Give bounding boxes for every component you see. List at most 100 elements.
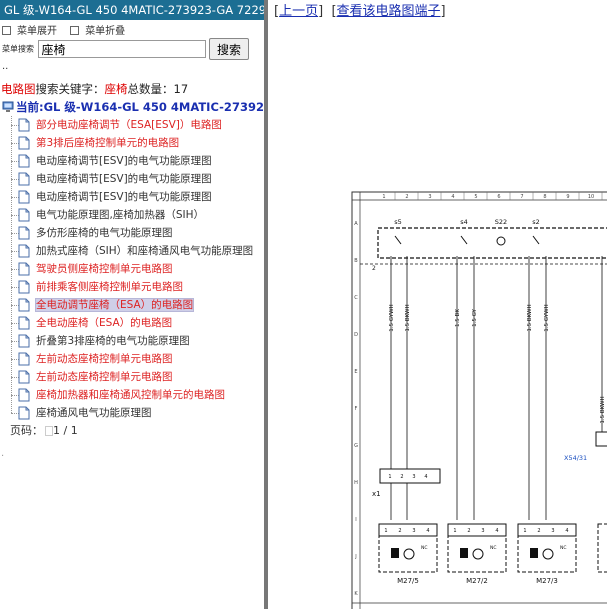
search-label: 菜单搜索 — [2, 44, 34, 54]
document-icon — [18, 388, 30, 402]
tree-item[interactable]: 折叠第3排座椅的电气功能原理图 — [0, 332, 264, 350]
tree-item[interactable]: 电动座椅调节[ESV]的电气功能原理图 — [0, 170, 264, 188]
tree-item[interactable]: 左前动态座椅控制单元电路图 — [0, 368, 264, 386]
tree-item-link[interactable]: 左前动态座椅控制单元电路图 — [36, 353, 173, 365]
document-icon — [18, 172, 30, 186]
tree-item[interactable]: 左前动态座椅控制单元电路图 — [0, 350, 264, 368]
tree-item[interactable]: 前排乘客侧座椅控制单元电路图 — [0, 278, 264, 296]
row-letter: B — [354, 258, 358, 264]
document-icon — [18, 334, 30, 348]
row-letter: D — [354, 332, 358, 338]
row-letter: H — [354, 480, 358, 486]
menu-expand-label: 菜单展开 — [17, 26, 57, 37]
tree-item-link[interactable]: 全电动调节座椅（ESA）的电路图 — [34, 298, 195, 312]
document-icon — [18, 208, 30, 222]
fuse-label: s4 — [460, 218, 468, 226]
tree-item[interactable]: 多仿形座椅的电气功能原理图 — [0, 224, 264, 242]
search-summary: 电路图搜索关键字：座椅总数量：17 — [0, 80, 264, 98]
wire-label: 1.5 BK — [455, 309, 461, 327]
tree-item-link[interactable]: 部分电动座椅调节（ESA[ESV]）电路图 — [36, 119, 222, 131]
tree-item[interactable]: 驾驶员侧座椅控制单元电路图 — [0, 260, 264, 278]
search-row: 菜单搜索 搜索 — [0, 38, 264, 62]
pager: 页码： 1 / 1 — [0, 422, 264, 440]
connector-pin: 2 — [400, 474, 403, 480]
motor-pin: 1 — [523, 528, 526, 534]
left-menu-pane: GL 级-W164-GL 450 4MATIC-273923-GA 7229 菜… — [0, 0, 264, 609]
tree-item[interactable]: 全电动座椅（ESA）的电路图 — [0, 314, 264, 332]
row-letter: E — [354, 369, 357, 375]
document-icon — [18, 118, 30, 132]
document-icon — [18, 190, 30, 204]
tree-item-link[interactable]: 电动座椅调节[ESV]的电气功能原理图 — [36, 173, 212, 185]
tree-item-link[interactable]: 折叠第3排座椅的电气功能原理图 — [36, 335, 190, 347]
row-letter: A — [354, 221, 358, 227]
expand-icon — [2, 25, 11, 35]
tree-item-link[interactable]: 多仿形座椅的电气功能原理图 — [36, 227, 173, 239]
column-number: 9 — [566, 194, 569, 200]
ellipsis-text: .. — [2, 61, 9, 72]
menu-collapse-button[interactable]: 菜单折叠 — [70, 25, 125, 37]
wire-label: 1.5 BKWH — [600, 396, 606, 423]
motor-label: M27/5 — [397, 577, 419, 585]
tree-item[interactable]: 加热式座椅（SIH）和座椅通风电气功能原理图 — [0, 242, 264, 260]
tree-item-link[interactable]: 驾驶员侧座椅控制单元电路图 — [36, 263, 173, 275]
search-button[interactable]: 搜索 — [209, 38, 249, 60]
diagram-frame — [351, 191, 607, 609]
tree-item-link[interactable]: 加热式座椅（SIH）和座椅通风电气功能原理图 — [36, 245, 253, 257]
document-icon — [18, 226, 30, 240]
document-icon — [18, 136, 30, 150]
motor-body — [391, 548, 399, 558]
row-letter: J — [354, 554, 356, 560]
document-icon — [18, 406, 30, 420]
fuse-label: s2 — [532, 218, 540, 226]
wire-label: 1.5 GYWH — [544, 304, 550, 331]
search-input[interactable] — [37, 40, 206, 58]
fuse-label: S22 — [495, 218, 507, 226]
tree-item-link[interactable]: 座椅加热器和座椅通风控制单元的电路图 — [36, 389, 225, 401]
tree-item-link[interactable]: 左前动态座椅控制单元电路图 — [36, 371, 173, 383]
tree-item[interactable]: 全电动调节座椅（ESA）的电路图 — [0, 296, 264, 314]
tree-item-link[interactable]: 电动座椅调节[ESV]的电气功能原理图 — [36, 155, 212, 167]
motor-pin: 3 — [481, 528, 484, 534]
summary-prefix: 电路图 — [1, 82, 36, 96]
motor-pin: 4 — [426, 528, 429, 534]
document-icon — [18, 298, 30, 312]
row-letter: C — [354, 295, 358, 301]
motor-pin: 2 — [467, 528, 470, 534]
column-number: 6 — [497, 194, 500, 200]
motor-pin: 4 — [565, 528, 568, 534]
tree-item[interactable]: 电动座椅调节[ESV]的电气功能原理图 — [0, 152, 264, 170]
motor-label: M27/3 — [536, 577, 558, 585]
current-vehicle[interactable]: 当前:GL 级-W164-GL 450 4MATIC-27392 — [0, 98, 264, 116]
tree-item[interactable]: 电动座椅调节[ESV]的电气功能原理图 — [0, 188, 264, 206]
tree-item-link[interactable]: 座椅通风电气功能原理图 — [36, 407, 152, 419]
wire-label: 1.5 BKWH — [405, 304, 411, 331]
pager-value: 1 / 1 — [53, 424, 78, 437]
tree-item-link[interactable]: 第3排后座椅控制单元的电路图 — [36, 137, 179, 149]
column-number: 3 — [428, 194, 431, 200]
column-number: 5 — [474, 194, 477, 200]
tree-item[interactable]: 座椅加热器和座椅通风控制单元的电路图 — [0, 386, 264, 404]
document-icon — [18, 154, 30, 168]
fuse-label: s5 — [394, 218, 402, 226]
menu-expand-button[interactable]: 菜单展开 — [2, 25, 57, 37]
diagram-pane: [上一页] [查看该电路图端子] 1 2 3 4 5 6 7 8 9 10 A B C D E F G H I J K 2… — [268, 0, 607, 609]
connector-x54-label: X54/31 — [564, 454, 587, 462]
tree-item-link[interactable]: 前排乘客侧座椅控制单元电路图 — [36, 281, 183, 293]
document-icon — [18, 244, 30, 258]
tree-item[interactable]: 座椅通风电气功能原理图 — [0, 404, 264, 422]
row-2-label: 2 — [372, 265, 376, 272]
document-icon — [18, 280, 30, 294]
tree-item[interactable]: 部分电动座椅调节（ESA[ESV]）电路图 — [0, 116, 264, 134]
collapse-icon — [70, 25, 80, 35]
tree-item[interactable]: 第3排后座椅控制单元的电路图 — [0, 134, 264, 152]
diagram-tree: 部分电动座椅调节（ESA[ESV]）电路图 第3排后座椅控制单元的电路图电动座椅调… — [0, 116, 264, 422]
page-checkbox[interactable] — [45, 426, 53, 436]
tree-item-link[interactable]: 全电动座椅（ESA）的电路图 — [36, 317, 172, 329]
tree-item-link[interactable]: 电气功能原理图,座椅加热器（SIH） — [36, 209, 204, 221]
row-letter: G — [354, 443, 358, 449]
tree-item-link[interactable]: 电动座椅调节[ESV]的电气功能原理图 — [36, 191, 212, 203]
motor-body — [530, 548, 538, 558]
tree-item[interactable]: 电气功能原理图,座椅加热器（SIH） — [0, 206, 264, 224]
circuit-diagram: 1 2 3 4 5 6 7 8 9 10ABCDEFGHIJK2s5 s4 S22 s21.5 GYWH… — [351, 191, 607, 609]
